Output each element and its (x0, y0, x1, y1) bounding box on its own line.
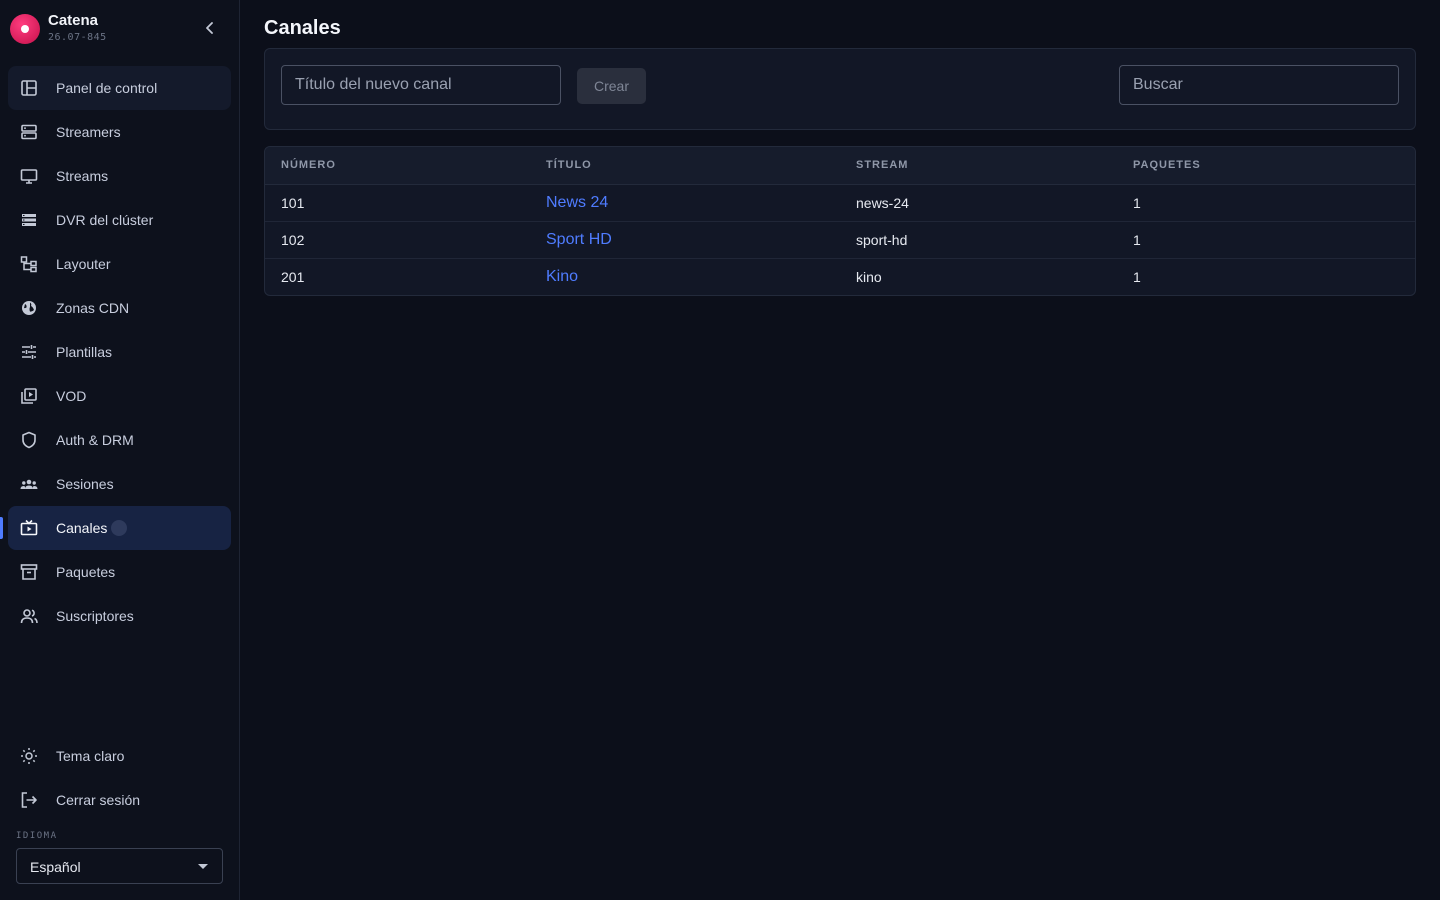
cell-title: News 24 (530, 184, 840, 222)
monitor-icon (20, 169, 38, 184)
dashboard-icon (21, 80, 37, 96)
loading-indicator (111, 520, 127, 536)
column-header-number[interactable]: NÚMERO (265, 147, 530, 185)
group-icon (20, 479, 38, 489)
logout-button[interactable]: Cerrar sesión (8, 778, 231, 822)
sidebar-item-label: Sesiones (56, 476, 114, 492)
cell-stream: sport-hd (840, 221, 1117, 259)
table-row[interactable]: 101 News 24 news-24 1 (265, 184, 1415, 222)
channels-toolbar: Crear (264, 48, 1416, 130)
sidebar-item-label: Panel de control (56, 80, 158, 96)
channel-title-link[interactable]: News 24 (546, 194, 608, 211)
sidebar-bottom: Tema claro Cerrar sesión (8, 734, 231, 822)
sidebar-item-layouter[interactable]: Layouter (8, 242, 231, 286)
sun-icon (21, 748, 37, 764)
sidebar-item-streams[interactable]: Streams (8, 154, 231, 198)
cell-packages: 1 (1133, 268, 1141, 285)
sidebar-item-label: Paquetes (56, 564, 116, 580)
sidebar-item-label: Streams (56, 168, 109, 184)
column-header-packages[interactable]: PAQUETES (1117, 147, 1415, 185)
cell-stream: kino (856, 268, 882, 285)
theme-toggle-label: Tema claro (56, 748, 125, 764)
sidebar-item-label: Streamers (56, 124, 121, 140)
sidebar-nav: Panel de control Streamers Streams DVR d… (0, 66, 231, 638)
sidebar-item-plantillas[interactable]: Plantillas (8, 330, 231, 374)
sidebar-item-label: VOD (56, 388, 87, 404)
catena-logo-icon (10, 14, 40, 44)
brand[interactable]: Catena 26.07-845 (10, 12, 230, 46)
sidebar-item-label: Canales (56, 520, 108, 536)
server-icon (21, 124, 37, 140)
search-input[interactable] (1119, 65, 1399, 105)
column-header-stream[interactable]: STREAM (840, 147, 1117, 185)
sidebar: Catena 26.07-845 Panel de control Stream… (0, 0, 240, 900)
sidebar-item-label: Plantillas (56, 344, 113, 360)
cell-number: 102 (265, 221, 530, 259)
sidebar-item-label: Suscriptores (56, 608, 134, 624)
sidebar-item-label: Zonas CDN (56, 300, 130, 316)
language-select[interactable]: Español (16, 848, 223, 884)
sidebar-item-auth-drm[interactable]: Auth & DRM (8, 418, 231, 462)
table-row[interactable]: 201 Kino kino 1 (265, 258, 1415, 295)
dropdown-caret-icon (198, 864, 208, 869)
sidebar-item-panel-de-control[interactable]: Panel de control (8, 66, 231, 110)
sidebar-item-zonas-cdn[interactable]: Zonas CDN (8, 286, 231, 330)
shield-icon (22, 431, 36, 449)
cell-title: Kino (530, 258, 840, 295)
globe-icon (22, 301, 36, 315)
page-title: Canales (264, 17, 341, 39)
chevron-left-icon (206, 22, 213, 34)
sidebar-item-dvr-del-cluster[interactable]: DVR del clúster (8, 198, 231, 242)
logout-icon (21, 792, 37, 808)
sidebar-item-sesiones[interactable]: Sesiones (8, 462, 231, 506)
create-button[interactable]: Crear (577, 68, 646, 104)
cell-stream: news-24 (840, 184, 1117, 222)
cell-title: Sport HD (530, 221, 840, 259)
sidebar-item-label: Layouter (56, 256, 111, 272)
column-header-title[interactable]: TÍTULO (530, 147, 840, 185)
new-channel-title-input[interactable] (281, 65, 561, 105)
table-row[interactable]: 102 Sport HD sport-hd 1 (265, 221, 1415, 259)
theme-toggle-button[interactable]: Tema claro (8, 734, 231, 778)
active-indicator (0, 517, 3, 539)
sidebar-item-paquetes[interactable]: Paquetes (8, 550, 231, 594)
app-version: 26.07-845 (48, 32, 107, 43)
cell-packages: 1 (1117, 221, 1415, 259)
cell-number: 101 (265, 184, 530, 222)
sidebar-item-label: Auth & DRM (56, 432, 134, 448)
video-library-icon (21, 388, 37, 404)
layout-tree-icon (20, 256, 37, 273)
sidebar-item-streamers[interactable]: Streamers (8, 110, 231, 154)
cell-number: 201 (281, 268, 305, 285)
sidebar-item-suscriptores[interactable]: Suscriptores (8, 594, 231, 638)
language-label: IDIOMA (16, 831, 58, 841)
table-header-row: NÚMERO TÍTULO STREAM PAQUETES (265, 147, 1415, 185)
archive-icon (20, 564, 38, 580)
sliders-icon (22, 345, 36, 359)
app-name: Catena (48, 12, 99, 29)
channel-title-link[interactable]: Kino (546, 268, 578, 285)
sidebar-item-canales[interactable]: Canales (0, 506, 231, 550)
collapse-sidebar-button[interactable] (198, 16, 222, 40)
channel-title-link[interactable]: Sport HD (546, 231, 612, 248)
language-selected-value: Español (30, 859, 81, 875)
cell-packages: 1 (1117, 184, 1415, 222)
channels-table: NÚMERO TÍTULO STREAM PAQUETES 101 News 2… (264, 146, 1416, 296)
logout-label: Cerrar sesión (56, 792, 141, 808)
users-icon (20, 609, 38, 624)
sidebar-item-label: DVR del clúster (56, 212, 154, 228)
sidebar-item-vod[interactable]: VOD (8, 374, 231, 418)
tv-icon (20, 519, 38, 536)
storage-icon (22, 214, 36, 226)
